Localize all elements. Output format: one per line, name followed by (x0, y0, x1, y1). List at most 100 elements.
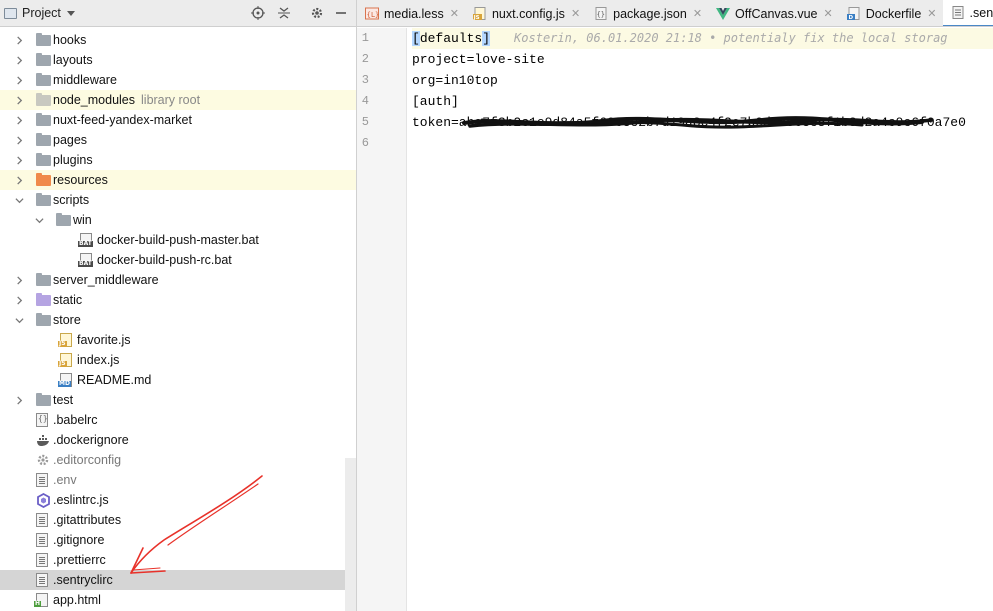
vertical-scrollbar[interactable] (345, 458, 356, 611)
editor-tab[interactable]: OffCanvas.vue ✕ (708, 0, 839, 26)
chevron-right-icon[interactable] (14, 30, 24, 50)
code-line[interactable]: [defaults] Kosterin, 06.01.2020 21:18 • p… (412, 28, 948, 49)
chevron-right-icon[interactable] (14, 150, 24, 170)
tree-item-label: hooks (53, 33, 86, 47)
editor-tab[interactable]: {L} media.less ✕ (357, 0, 465, 26)
folder-icon (36, 293, 51, 306)
text-file-icon (36, 473, 48, 487)
chevron-right-icon[interactable] (14, 390, 24, 410)
tree-item[interactable]: BAT docker-build-push-master.bat (0, 230, 356, 250)
tree-item[interactable]: layouts (0, 50, 356, 70)
chevron-right-icon[interactable] (14, 70, 24, 90)
tree-item[interactable]: MD README.md (0, 370, 356, 390)
tree-item[interactable]: .editorconfig (0, 450, 356, 470)
editor-tab[interactable]: JS nuxt.config.js ✕ (465, 0, 586, 26)
close-icon[interactable]: ✕ (824, 7, 833, 20)
chevron-right-icon[interactable] (14, 130, 24, 150)
code-line[interactable]: project=love-site (412, 49, 545, 70)
tree-item-name: resources (53, 173, 108, 187)
hide-panel-icon[interactable] (333, 5, 349, 21)
svg-text:{L}: {L} (367, 11, 380, 19)
tree-item[interactable]: hooks (0, 30, 356, 50)
close-icon[interactable]: ✕ (693, 7, 702, 20)
chevron-down-icon[interactable] (66, 10, 75, 16)
editor-tab[interactable]: D Dockerfile ✕ (839, 0, 943, 26)
tree-item-name: plugins (53, 153, 93, 167)
svg-text:D: D (848, 15, 853, 20)
collapse-all-icon[interactable] (276, 5, 292, 21)
chevron-down-icon[interactable] (34, 210, 44, 230)
tree-item-name: README.md (77, 373, 152, 387)
line-number-gutter: 1 2 3 4 5 6 (357, 28, 407, 611)
tree-item[interactable]: pages (0, 130, 356, 150)
code-line[interactable]: org=in10top (412, 70, 498, 91)
tree-item-name: .gitignore (53, 533, 105, 547)
tree-item[interactable]: JS favorite.js (0, 330, 356, 350)
tree-item-label: .sentryclirc (53, 573, 113, 587)
javascript-file-icon: JS (58, 353, 72, 367)
text-file-icon (951, 6, 965, 19)
line-number: 3 (361, 73, 369, 87)
tree-item-name: server_middleware (53, 273, 159, 287)
project-view-selector[interactable]: Project (22, 6, 61, 20)
tree-item-name: index.js (77, 353, 120, 367)
tree-item[interactable]: .dockerignore (0, 430, 356, 450)
folder-icon (36, 113, 51, 126)
tree-item[interactable]: BAT docker-build-push-rc.bat (0, 250, 356, 270)
tree-item[interactable]: .eslintrc.js (0, 490, 356, 510)
code-editor[interactable]: [defaults] Kosterin, 06.01.2020 21:18 • p… (412, 28, 993, 611)
tree-item-label: .env (53, 473, 77, 487)
locate-file-icon[interactable] (250, 5, 266, 21)
tree-item-label: resources (53, 173, 108, 187)
tree-item[interactable]: .gitattributes (0, 510, 356, 530)
tree-item[interactable]: scripts (0, 190, 356, 210)
chevron-right-icon[interactable] (14, 170, 24, 190)
folder-icon (36, 393, 51, 406)
tree-item-name: middleware (53, 73, 117, 87)
close-icon[interactable]: ✕ (571, 7, 580, 20)
chevron-down-icon[interactable] (14, 190, 24, 210)
code-line[interactable]: [auth] (412, 91, 459, 112)
chevron-right-icon[interactable] (14, 90, 24, 110)
tree-item-label: store (53, 313, 81, 327)
editor-tab[interactable]: .sentrycl (942, 0, 993, 26)
batch-file-icon: BAT (78, 253, 93, 267)
tree-item[interactable]: .sentryclirc (0, 570, 356, 590)
gear-icon[interactable] (309, 5, 325, 21)
tree-item[interactable]: store (0, 310, 356, 330)
tree-item[interactable]: resources (0, 170, 356, 190)
tree-item-label: node_modules library root (53, 93, 200, 107)
tree-item-label: pages (53, 133, 87, 147)
chevron-down-icon[interactable] (14, 310, 24, 330)
docker-icon (36, 433, 51, 447)
batch-file-icon: BAT (78, 233, 93, 247)
tree-item[interactable]: .gitignore (0, 530, 356, 550)
tree-item-label: win (73, 213, 92, 227)
chevron-right-icon[interactable] (14, 290, 24, 310)
chevron-right-icon[interactable] (14, 50, 24, 70)
tree-item[interactable]: Happ.html (0, 590, 356, 610)
chevron-right-icon[interactable] (14, 270, 24, 290)
code-line[interactable]: token=aba7f3b2c1e9d84a5f60c3e2b7d19a8c4f… (412, 112, 966, 133)
close-icon[interactable]: ✕ (450, 7, 459, 20)
tree-item[interactable]: test (0, 390, 356, 410)
matched-bracket: ] (482, 31, 491, 46)
tree-item[interactable]: static (0, 290, 356, 310)
tree-item[interactable]: middleware (0, 70, 356, 90)
tree-item[interactable]: nuxt-feed-yandex-market (0, 110, 356, 130)
config-file-icon: {} (36, 413, 48, 427)
tree-item[interactable]: .env (0, 470, 356, 490)
editor-tab[interactable]: {} package.json ✕ (586, 0, 708, 26)
tree-item-name: node_modules (53, 93, 136, 107)
close-icon[interactable]: ✕ (927, 7, 936, 20)
chevron-right-icon[interactable] (14, 110, 24, 130)
tree-item-label: index.js (77, 353, 119, 367)
tree-item[interactable]: server_middleware (0, 270, 356, 290)
tree-item[interactable]: {} .babelrc (0, 410, 356, 430)
tree-item[interactable]: .prettierrc (0, 550, 356, 570)
tree-item[interactable]: JS index.js (0, 350, 356, 370)
tree-item[interactable]: plugins (0, 150, 356, 170)
tree-item[interactable]: node_modules library root (0, 90, 356, 110)
folder-icon (36, 193, 51, 206)
tree-item[interactable]: win (0, 210, 356, 230)
